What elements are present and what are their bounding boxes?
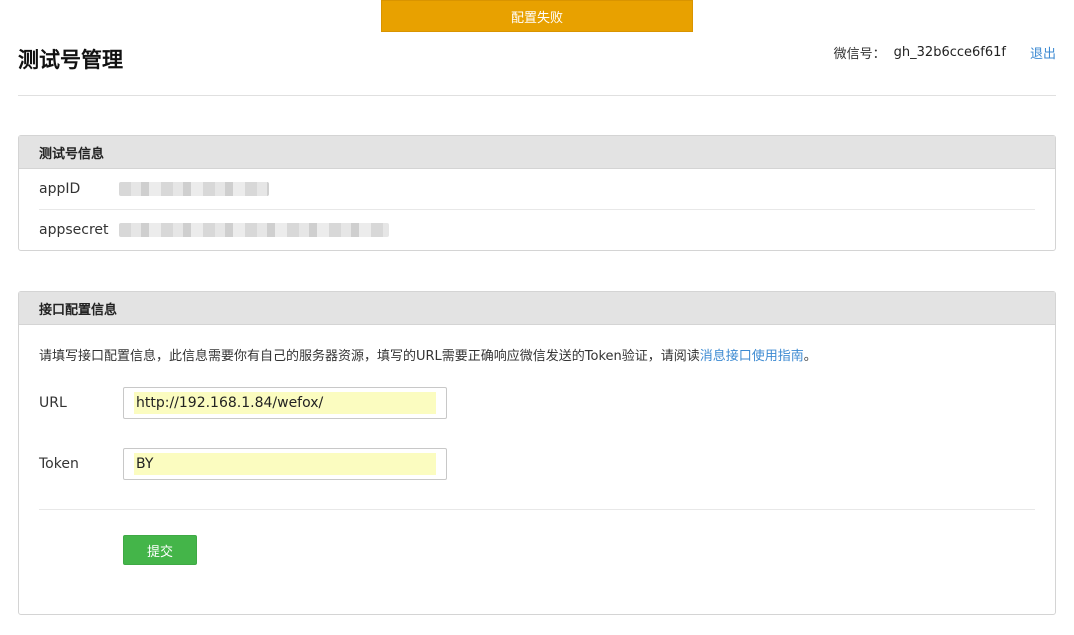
- error-alert: 配置失败: [381, 0, 693, 32]
- message-interface-guide-link[interactable]: 消息接口使用指南: [700, 349, 804, 364]
- token-input-value[interactable]: BY: [134, 453, 436, 475]
- appsecret-label: appsecret: [39, 222, 109, 238]
- test-account-info-panel: 测试号信息 appID appsecret: [18, 135, 1056, 251]
- appid-value-redacted: [119, 182, 269, 196]
- config-description: 请填写接口配置信息，此信息需要你有自己的服务器资源，填写的URL需要正确响应微信…: [39, 345, 1035, 364]
- info-row-appsecret: appsecret: [39, 210, 1035, 250]
- page-title: 测试号管理: [18, 48, 123, 72]
- logout-link[interactable]: 退出: [1030, 43, 1056, 62]
- appsecret-value-redacted: [119, 223, 389, 237]
- info-row-appid: appID: [39, 169, 1035, 210]
- config-description-text: 请填写接口配置信息，此信息需要你有自己的服务器资源，填写的URL需要正确响应微信…: [39, 349, 700, 364]
- submit-button[interactable]: 提交: [123, 535, 197, 565]
- interface-config-panel: 接口配置信息 请填写接口配置信息，此信息需要你有自己的服务器资源，填写的URL需…: [18, 291, 1056, 615]
- form-divider: [39, 509, 1035, 510]
- url-label: URL: [39, 395, 67, 411]
- panel-title: 接口配置信息: [19, 292, 1055, 325]
- account-id: gh_32b6cce6f61f: [893, 45, 1006, 60]
- account-info: 微信号： gh_32b6cce6f61f 退出: [834, 43, 1056, 62]
- config-description-end: 。: [803, 349, 817, 364]
- account-label: 微信号：: [833, 47, 886, 62]
- page: 测试号管理 微信号： gh_32b6cce6f61f 退出 配置失败 测试号信息…: [0, 0, 1074, 635]
- url-input-value[interactable]: http://192.168.1.84/wefox/: [134, 392, 436, 414]
- panel-title: 测试号信息: [19, 136, 1055, 169]
- appid-label: appID: [39, 181, 81, 197]
- url-row: URL http://192.168.1.84/wefox/: [39, 387, 447, 419]
- token-input[interactable]: BY: [123, 448, 447, 480]
- token-row: Token BY: [39, 448, 447, 480]
- token-label: Token: [39, 456, 79, 472]
- url-input[interactable]: http://192.168.1.84/wefox/: [123, 387, 447, 419]
